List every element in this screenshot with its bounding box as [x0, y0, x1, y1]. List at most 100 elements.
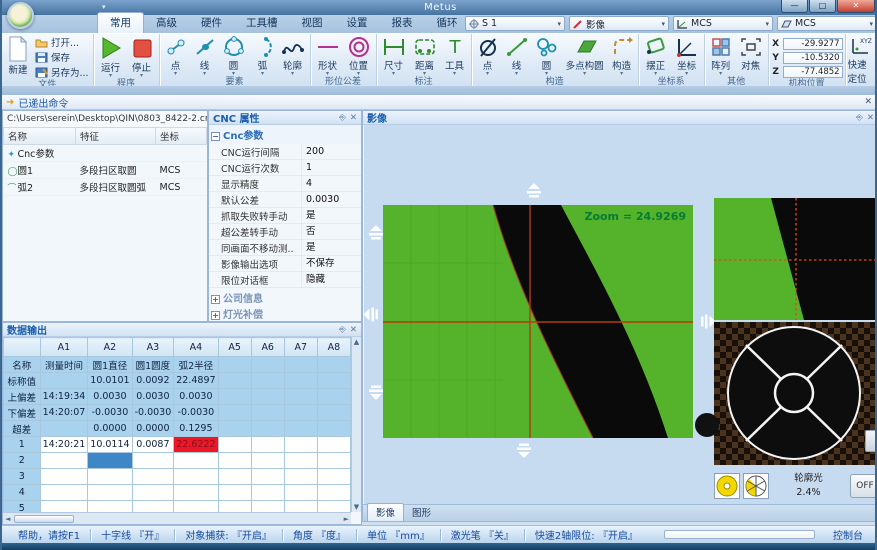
construct-line-button[interactable]: 线▾	[503, 35, 531, 76]
pan-right-icon[interactable]	[697, 310, 714, 330]
pin-icon[interactable]: ⎆	[339, 325, 346, 335]
ring-light-widget[interactable]	[714, 322, 877, 465]
grid-cell[interactable]	[174, 453, 218, 469]
cnc-prop-row-6[interactable]: 同画面不移动测..是	[209, 240, 361, 256]
grid-cell[interactable]	[251, 469, 284, 485]
status-item-3[interactable]: 角度 『度』	[283, 527, 356, 542]
pan-down-icon[interactable]	[514, 441, 534, 458]
grid-cell[interactable]	[284, 469, 317, 485]
focus-button[interactable]: 对焦	[736, 35, 766, 76]
dim-distance-button[interactable]: 距离▾	[410, 35, 440, 76]
datagrid-col-header-A2[interactable]: A2	[88, 338, 132, 357]
grid-cell[interactable]: 0.0000	[88, 421, 132, 437]
datagrid-row-header[interactable]: 超差	[4, 421, 41, 437]
command-feature-cell[interactable]: 多段扫区取圆弧	[76, 179, 156, 196]
grid-cell[interactable]	[218, 437, 251, 453]
grid-cell[interactable]	[317, 453, 350, 469]
feature-point-button[interactable]: 点▾	[162, 35, 190, 76]
grid-cell[interactable]	[284, 485, 317, 501]
minimize-button[interactable]: —	[781, 0, 808, 13]
construct-multipoint-circle-button[interactable]: 多点构圆▾	[563, 35, 607, 76]
expand-icon[interactable]: +	[211, 295, 220, 304]
grid-cell[interactable]	[251, 357, 284, 373]
grid-cell[interactable]	[40, 485, 88, 501]
grid-cell[interactable]	[284, 501, 317, 513]
feature-arc-button[interactable]: 弧▾	[249, 35, 277, 76]
surface-light-button[interactable]	[714, 473, 740, 499]
cnc-prop-row-2[interactable]: 显示精度4	[209, 176, 361, 192]
cnc-prop-value[interactable]: 隐藏	[301, 272, 361, 287]
command-name-cell[interactable]: ⌒弧2	[4, 179, 76, 196]
grid-cell[interactable]: 0.0087	[132, 437, 174, 453]
tab-5[interactable]: 设置	[335, 13, 380, 33]
grid-cell[interactable]	[88, 453, 132, 469]
quick-position-button[interactable]: XYZ 快速定位	[848, 35, 874, 85]
scroll-right-icon[interactable]: ►	[342, 515, 351, 523]
close-icon[interactable]: ✕	[867, 113, 874, 123]
quick-access-caret-icon[interactable]: ▾	[102, 3, 106, 11]
coord-button[interactable]: 坐标▾	[672, 35, 702, 76]
save-as-button[interactable]: 另存为...	[33, 65, 91, 79]
mode-select[interactable]: 影像▾	[569, 16, 669, 31]
grid-cell[interactable]	[317, 469, 350, 485]
col-coord[interactable]: 坐标	[156, 128, 207, 145]
datagrid-col-header-A7[interactable]: A7	[284, 338, 317, 357]
gdt-form-button[interactable]: 形状▾	[313, 35, 343, 76]
cnc-group-0[interactable]: +公司信息	[209, 288, 361, 304]
grid-cell[interactable]: 10.0101	[88, 373, 132, 389]
image-tab-1[interactable]: 图形	[404, 504, 439, 521]
grid-cell[interactable]	[132, 485, 174, 501]
feature-line-button[interactable]: 线▾	[191, 35, 219, 76]
grid-cell[interactable]	[284, 357, 317, 373]
command-feature-cell[interactable]: 多段扫区取圆	[76, 162, 156, 179]
tab-7[interactable]: 循环	[425, 13, 470, 33]
stop-button[interactable]: 停止▾	[127, 35, 157, 78]
grid-cell[interactable]	[317, 485, 350, 501]
grid-cell[interactable]	[251, 373, 284, 389]
secondary-camera-view[interactable]	[714, 198, 877, 320]
cnc-prop-value[interactable]: 是	[301, 240, 361, 255]
cnc-prop-row-8[interactable]: 限位对话框隐藏	[209, 272, 361, 288]
grid-cell[interactable]: 0.0030	[88, 389, 132, 405]
datagrid-row-header[interactable]: 1	[4, 437, 41, 453]
datagrid-row-header[interactable]: 5	[4, 501, 41, 513]
grid-cell[interactable]: 0.0030	[132, 389, 174, 405]
construct-circle-button[interactable]: 圆▾	[532, 35, 562, 76]
command-row-2[interactable]: ⌒弧2多段扫区取圆弧MCS	[4, 179, 207, 196]
feature-circle-button[interactable]: 圆▾	[220, 35, 248, 76]
grid-cell[interactable]	[132, 453, 174, 469]
run-button[interactable]: 运行▾	[96, 35, 126, 78]
grid-cell[interactable]	[132, 501, 174, 513]
grid-cell[interactable]	[88, 501, 132, 513]
tab-1[interactable]: 高级	[144, 13, 189, 33]
app-logo-icon[interactable]	[7, 2, 34, 29]
tab-6[interactable]: 报表	[380, 13, 425, 33]
cnc-prop-row-4[interactable]: 抓取失败转手动是	[209, 208, 361, 224]
command-row-1[interactable]: ◯圆1多段扫区取圆MCS	[4, 162, 207, 179]
cnc-group-1[interactable]: +灯光补偿	[209, 304, 361, 320]
grid-cell[interactable]	[251, 421, 284, 437]
grid-cell[interactable]: 14:19:34	[40, 389, 88, 405]
expand-icon[interactable]: +	[211, 311, 220, 320]
grid-cell[interactable]: 10.0114	[88, 437, 132, 453]
command-name-cell[interactable]: ✦Cnc参数	[4, 145, 76, 162]
image-tab-0[interactable]: 影像	[367, 503, 404, 521]
command-row-0[interactable]: ✦Cnc参数	[4, 145, 207, 162]
light-off-button[interactable]: OFF	[850, 474, 877, 498]
datagrid-row-header[interactable]: 名称	[4, 357, 41, 373]
tab-2[interactable]: 硬件	[189, 13, 234, 33]
command-coord-cell[interactable]: MCS	[156, 162, 207, 179]
pin-icon[interactable]: ⎆	[856, 113, 863, 123]
grid-cell[interactable]: -0.0030	[132, 405, 174, 421]
cnc-prop-row-7[interactable]: 影像输出选项不保存	[209, 256, 361, 272]
datagrid-col-header-A8[interactable]: A8	[317, 338, 350, 357]
grid-cell[interactable]	[317, 357, 350, 373]
dim-size-button[interactable]: 尺寸▾	[379, 35, 409, 76]
grid-cell[interactable]	[284, 405, 317, 421]
cnc-prop-row-5[interactable]: 超公差转手动否	[209, 224, 361, 240]
cnc-prop-value[interactable]: 200	[301, 144, 361, 159]
dim-tool-button[interactable]: T 工具▾	[441, 35, 469, 76]
scroll-down-icon[interactable]: ▼	[352, 503, 361, 511]
grid-cell[interactable]	[251, 453, 284, 469]
grid-cell[interactable]	[88, 469, 132, 485]
